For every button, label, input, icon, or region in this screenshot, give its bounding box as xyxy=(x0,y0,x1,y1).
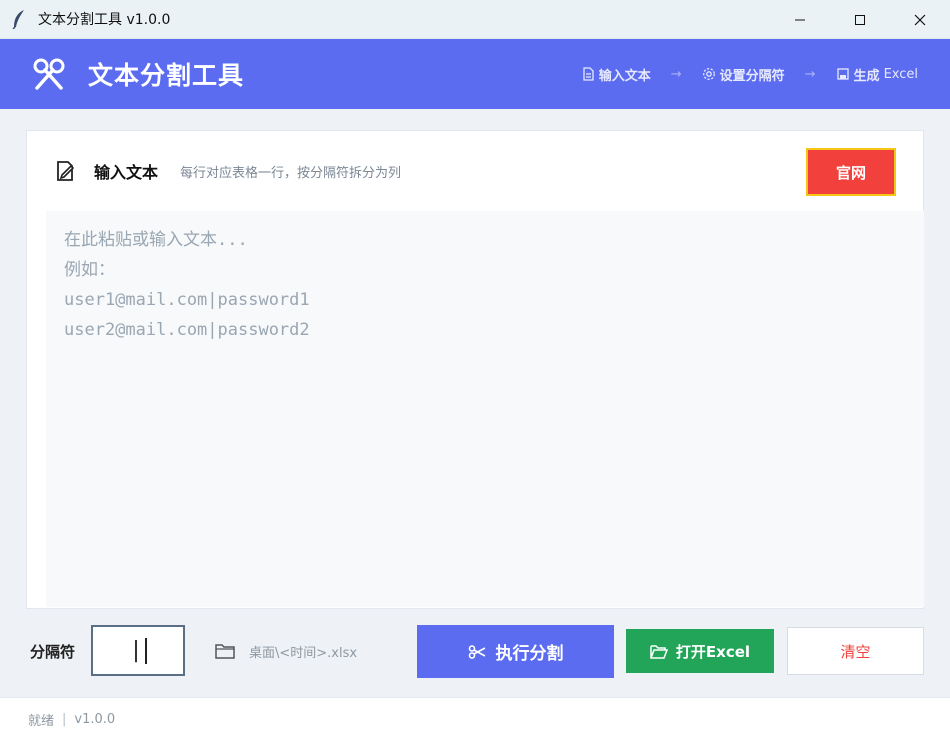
minimize-button[interactable] xyxy=(770,0,830,39)
step-label: 设置分隔符 xyxy=(719,68,785,84)
app-header: 文本分割工具 输入文本 → 设置分隔符 → 生成 Excel xyxy=(0,39,950,109)
step-label-suffix: Excel xyxy=(883,66,918,82)
save-icon xyxy=(836,67,850,81)
close-icon xyxy=(914,14,926,25)
window-controls xyxy=(770,0,950,39)
official-site-button[interactable]: 官网 xyxy=(806,148,896,196)
step-arrow: → xyxy=(670,66,682,82)
step-generate-excel: 生成 Excel xyxy=(836,65,918,84)
close-button[interactable] xyxy=(890,0,950,39)
card-subtitle: 每行对应表格一行，按分隔符拆分为列 xyxy=(180,165,402,181)
clear-button[interactable]: 清空 xyxy=(787,627,924,675)
open-folder-icon xyxy=(650,644,668,659)
feather-icon xyxy=(12,9,30,29)
open-excel-label: 打开Excel xyxy=(675,642,751,661)
execute-split-button[interactable]: 执行分割 xyxy=(417,625,614,678)
edit-document-icon xyxy=(57,161,75,181)
step-arrow: → xyxy=(804,66,816,82)
app-title: 文本分割工具 xyxy=(88,61,245,90)
step-set-separator: 设置分隔符 xyxy=(702,65,785,84)
window-title: 文本分割工具 v1.0.0 xyxy=(38,12,171,28)
separator-label: 分隔符 xyxy=(30,643,76,661)
input-card: 输入文本 每行对应表格一行，按分隔符拆分为列 官网 在此粘贴或输入文本... 例… xyxy=(26,130,924,609)
maximize-icon xyxy=(855,14,865,25)
separator-value: | xyxy=(129,638,143,663)
maximize-button[interactable] xyxy=(830,0,890,39)
card-header: 输入文本 每行对应表格一行，按分隔符拆分为列 官网 xyxy=(27,131,923,211)
scissors-logo-icon xyxy=(33,58,65,90)
step-label: 输入文本 xyxy=(598,68,651,84)
text-input-area[interactable]: 在此粘贴或输入文本... 例如： user1@mail.com|password… xyxy=(46,211,924,607)
main-area: 输入文本 每行对应表格一行，按分隔符拆分为列 官网 在此粘贴或输入文本... 例… xyxy=(0,109,950,697)
workflow-steps: 输入文本 → 设置分隔符 → 生成 Excel xyxy=(581,39,918,109)
execute-label: 执行分割 xyxy=(495,644,564,664)
output-path: 桌面\<时间>.xlsx xyxy=(249,646,358,661)
status-text: 就绪 xyxy=(28,713,55,729)
status-bar: 就绪 | v1.0.0 xyxy=(0,697,950,740)
text-caret xyxy=(144,637,147,664)
window-titlebar: 文本分割工具 v1.0.0 xyxy=(0,0,950,39)
step-label: 生成 xyxy=(853,68,880,84)
document-icon xyxy=(581,67,595,81)
scissors-icon xyxy=(468,644,485,659)
folder-icon xyxy=(215,644,235,659)
open-excel-button[interactable]: 打开Excel xyxy=(626,629,774,673)
status-separator: | xyxy=(62,711,67,727)
minimize-icon xyxy=(795,19,805,20)
separator-input[interactable]: | xyxy=(91,625,185,676)
gear-icon xyxy=(702,67,716,81)
step-input-text: 输入文本 xyxy=(581,65,651,84)
card-title: 输入文本 xyxy=(94,163,159,182)
status-version: v1.0.0 xyxy=(74,711,116,727)
